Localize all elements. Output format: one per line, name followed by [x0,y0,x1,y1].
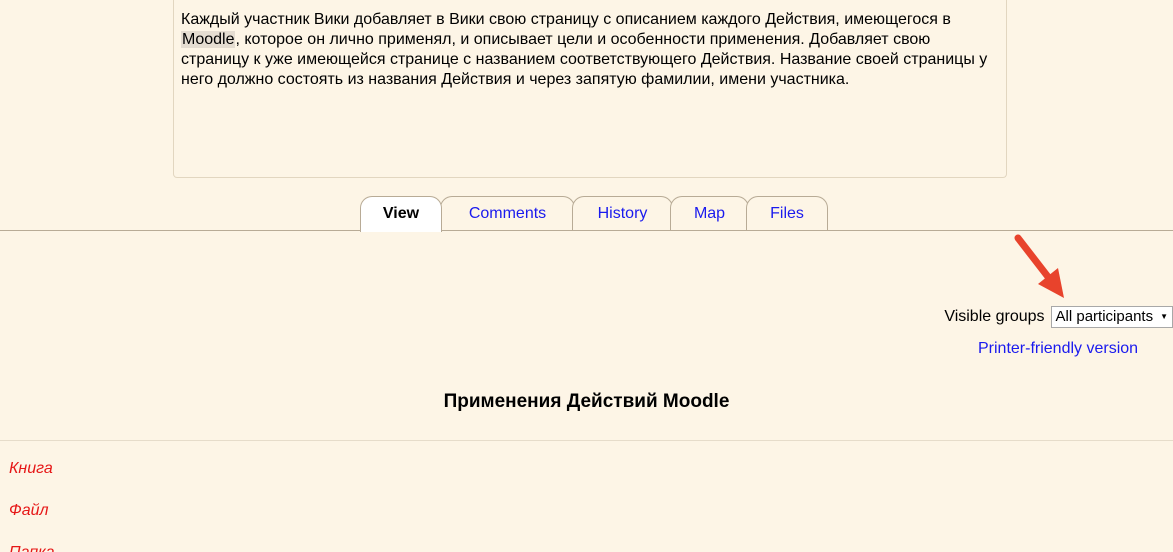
wiki-page: Каждый участник Вики добавляет в Вики св… [0,0,1173,552]
intro-text: Каждый участник Вики добавляет в Вики св… [181,10,1001,90]
visible-groups: Visible groups All participants ▼ [944,305,1173,329]
intro-text-part-2: , которое он лично применял, и описывает… [181,31,988,88]
visible-groups-select[interactable]: All participants ▼ [1050,306,1173,328]
page-title: Применения Действий Moodle [443,391,730,412]
intro-text-part-1: Каждый участник Вики добавляет в Вики св… [181,11,951,28]
wiki-link-kniga[interactable]: Книга [9,460,53,478]
tab-view[interactable]: View [360,196,442,232]
tabs-baseline [0,230,1173,231]
intro-highlight: Moodle [181,31,236,48]
tab-map[interactable]: Map [670,196,749,230]
tab-files[interactable]: Files [746,196,828,230]
chevron-down-icon: ▼ [1160,312,1168,321]
wiki-link-fail[interactable]: Файл [9,502,49,520]
wiki-link-papka[interactable]: Папка [9,544,55,552]
printer-friendly-link[interactable]: Printer-friendly version [978,340,1138,358]
visible-groups-selected: All participants [1055,308,1154,325]
title-divider [0,440,1173,441]
annotation-arrow-icon [1014,234,1064,298]
intro-box: Каждый участник Вики добавляет в Вики св… [173,0,1007,178]
visible-groups-label: Visible groups [944,308,1045,325]
tab-history[interactable]: History [572,196,673,230]
tab-comments[interactable]: Comments [440,196,575,230]
